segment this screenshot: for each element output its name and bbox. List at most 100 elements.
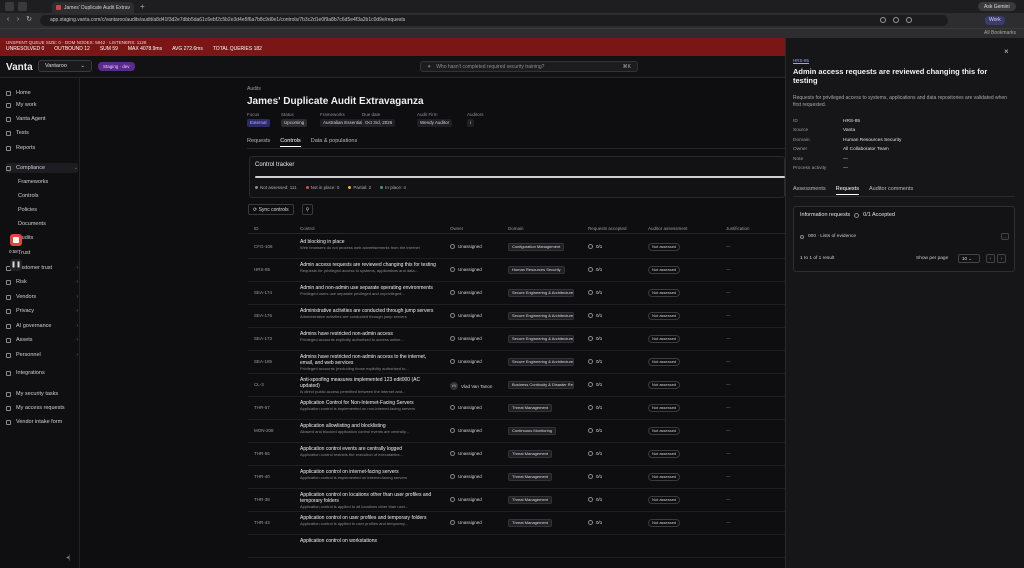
new-tab-button[interactable]: +	[140, 2, 145, 11]
profile-button[interactable]: Work	[985, 16, 1005, 25]
stop-recording-button[interactable]	[10, 234, 22, 246]
owner-cell[interactable]: Unassigned	[450, 405, 482, 410]
control-id: SEA-174	[254, 290, 273, 295]
per-page-select[interactable]: 10 ⌄	[958, 254, 980, 263]
owner-cell[interactable]: Unassigned	[450, 428, 482, 433]
owner-cell[interactable]: Unassigned	[450, 244, 482, 249]
vanta-logo[interactable]: Vanta	[6, 62, 33, 73]
sidebar-item-my-access-requests[interactable]: My access requests	[6, 403, 78, 413]
sidebar-item-vendor-intake-form[interactable]: Vendor intake form	[6, 417, 78, 427]
owner-cell[interactable]: Unassigned	[450, 451, 482, 456]
browser-tab[interactable]: James' Duplicate Audit Extrav...	[52, 2, 134, 13]
owner-cell[interactable]: Unassigned	[450, 290, 482, 295]
column-header[interactable]: Justification	[726, 226, 750, 231]
column-header[interactable]: Requests accepted	[588, 226, 627, 231]
sidebar-item-my-work[interactable]: My work	[6, 100, 78, 110]
org-selector[interactable]: Vantaroo ⌄	[38, 60, 92, 72]
table-row[interactable]: THR-40 Application control on internet-fa…	[248, 466, 785, 489]
column-header[interactable]: Owner	[450, 226, 463, 231]
table-row[interactable]: THR-43 Application control on user profil…	[248, 512, 785, 535]
column-header[interactable]: Auditor assessment	[648, 226, 688, 231]
owner-cell[interactable]: Unassigned	[450, 313, 482, 318]
sidebar-item-privacy[interactable]: Privacy ›	[6, 306, 78, 316]
close-icon[interactable]: ×	[1004, 47, 1009, 56]
chevron-icon: ›	[76, 323, 78, 329]
control-title[interactable]: Application control on locations other t…	[300, 492, 431, 504]
owner-cell[interactable]: Unassigned	[450, 474, 482, 479]
prev-page-button[interactable]: ‹	[986, 254, 995, 263]
table-row[interactable]: Application control on workstations	[248, 535, 785, 558]
panel-property: Owner All Collaborator Team	[793, 147, 1013, 155]
table-row[interactable]: SEA-173 Admins have restricted non-admin …	[248, 328, 785, 351]
sidebar-item-tests[interactable]: Tests	[6, 128, 78, 138]
sidebar-item-integrations[interactable]: Integrations	[6, 368, 78, 378]
ask-gemini-button[interactable]: Ask Gemini	[978, 2, 1016, 11]
table-row[interactable]: CFG-108 Ad blocking in place Web browsers …	[248, 236, 785, 259]
panel-control-id-link[interactable]: HRS-85	[793, 58, 809, 63]
star-icon[interactable]	[880, 17, 886, 23]
sidebar-item-policies[interactable]: Policies	[18, 205, 78, 215]
owner-cell[interactable]: VV Vlad Van Tanon	[450, 382, 492, 390]
sidebar-item-trust[interactable]: Trust	[18, 248, 78, 258]
table-row[interactable]: MON-208 Application allowlisting and bloc…	[248, 420, 785, 443]
next-page-button[interactable]: ›	[997, 254, 1006, 263]
sidebar-item-ai-governance[interactable]: AI governance ›	[6, 321, 78, 331]
sidebar-item-personnel[interactable]: Personnel ›	[6, 350, 78, 360]
sidebar-item-compliance[interactable]: Compliance ⌄	[6, 163, 78, 173]
table-row[interactable]: CL-3 Anti-spoofing measures implemented 1…	[248, 374, 785, 397]
column-header[interactable]: ID	[254, 226, 259, 231]
table-row[interactable]: SEA-176 Administrative activities are con…	[248, 305, 785, 328]
sidebar-item-home[interactable]: Home	[6, 88, 78, 98]
panel-tab-auditor-comments[interactable]: Auditor comments	[869, 186, 913, 195]
panel-tab-assessments[interactable]: Assessments	[793, 186, 826, 195]
table-row[interactable]: THR-38 Application control on locations o…	[248, 489, 785, 512]
control-title[interactable]: Admins have restricted non-admin access …	[300, 354, 426, 366]
sidebar-item-reports[interactable]: Reports	[6, 143, 78, 153]
search-input[interactable]: ✦ Who hasn't completed required security…	[420, 61, 638, 72]
sidebar-item-audits[interactable]: Audits	[18, 233, 78, 243]
owner-cell[interactable]: Unassigned	[450, 336, 482, 341]
panel-tab-requests[interactable]: Requests	[835, 186, 859, 195]
sidebar-item-vanta-agent[interactable]: Vanta Agent	[6, 114, 78, 124]
back-icon[interactable]: ‹	[4, 16, 12, 24]
table-row[interactable]: HRS-85 Admin access requests are reviewed…	[248, 259, 785, 282]
sync-controls-button[interactable]: ⟳ Sync controls	[248, 204, 294, 215]
tab-requests[interactable]: Requests	[247, 138, 270, 147]
owner-cell[interactable]: Unassigned	[450, 359, 482, 364]
forward-icon[interactable]: ›	[14, 16, 22, 24]
table-row[interactable]: SEA-174 Admin and non-admin use separate …	[248, 282, 785, 305]
owner-cell[interactable]: Unassigned	[450, 520, 482, 525]
extension-icon[interactable]	[893, 17, 899, 23]
menu-icon[interactable]	[906, 17, 912, 23]
information-request-item[interactable]: 000 · Lists of evidence	[800, 234, 856, 239]
filter-icon[interactable]: ⚲	[302, 204, 313, 215]
sidebar-item-controls[interactable]: Controls	[18, 191, 78, 201]
tab-controls[interactable]: Controls	[280, 138, 301, 147]
tab-search-icon[interactable]	[18, 2, 27, 11]
control-title[interactable]: Anti-spoofing measures implemented 123 e…	[300, 377, 420, 389]
sidebar-item-assets[interactable]: Assets ›	[6, 335, 78, 345]
window-icon[interactable]	[5, 2, 14, 11]
reload-icon[interactable]: ↻	[25, 16, 33, 24]
breadcrumb[interactable]: Audits	[247, 86, 261, 92]
column-header[interactable]: Control	[300, 226, 315, 231]
table-row[interactable]: THR-56 Application control events are cen…	[248, 443, 785, 466]
sidebar-item-my-security-tasks[interactable]: My security tasks	[6, 389, 78, 399]
owner-cell[interactable]: Unassigned	[450, 497, 482, 502]
sidebar-item-risk[interactable]: Risk ›	[6, 277, 78, 287]
table-row[interactable]: SEA-185 Admins have restricted non-admin …	[248, 351, 785, 374]
sidebar-item-vendors[interactable]: Vendors ›	[6, 292, 78, 302]
sidebar-item-documents[interactable]: Documents	[18, 219, 78, 229]
url-input[interactable]: app.staging.vanta.com/c/vantaroo/audits/…	[40, 15, 948, 26]
column-header[interactable]: Domain	[508, 226, 524, 231]
control-title[interactable]: Application control on workstations	[300, 538, 377, 544]
collapse-sidebar-icon[interactable]: ◂|	[66, 554, 71, 561]
sidebar-item-frameworks[interactable]: Frameworks	[18, 177, 78, 187]
tab-data-populations[interactable]: Data & populations	[311, 138, 357, 147]
owner-cell[interactable]: Unassigned	[450, 267, 482, 272]
pause-recording-button[interactable]: ❚❚	[10, 259, 22, 271]
plug-icon	[6, 370, 11, 376]
table-row[interactable]: THR-57 Application Control for Non-Intern…	[248, 397, 785, 420]
all-bookmarks-link[interactable]: All Bookmarks	[984, 30, 1016, 36]
more-options-button[interactable]: ...	[1001, 233, 1009, 240]
